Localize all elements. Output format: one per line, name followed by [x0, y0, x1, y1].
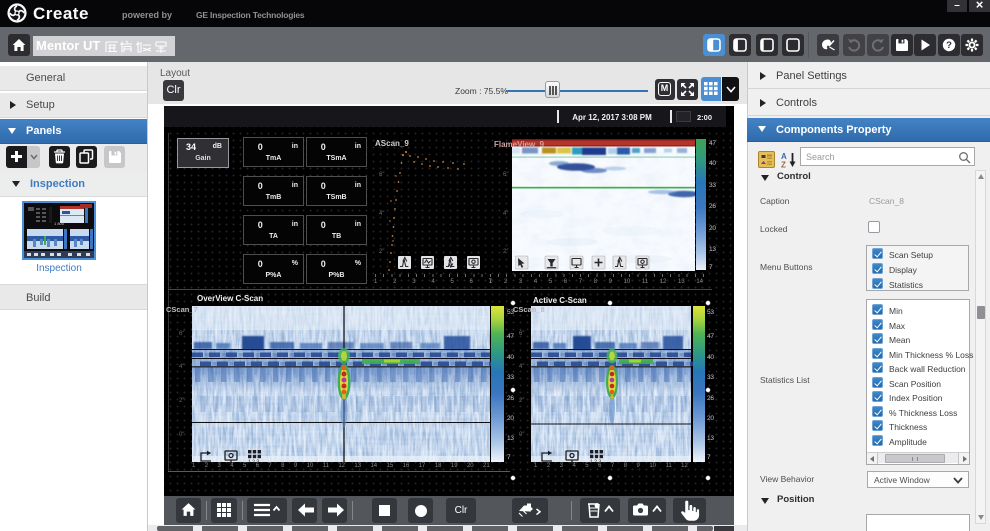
svg-text:Z: Z: [781, 161, 786, 170]
svg-text:1 800: 1 800: [54, 221, 65, 226]
svg-text:?: ?: [946, 40, 952, 51]
